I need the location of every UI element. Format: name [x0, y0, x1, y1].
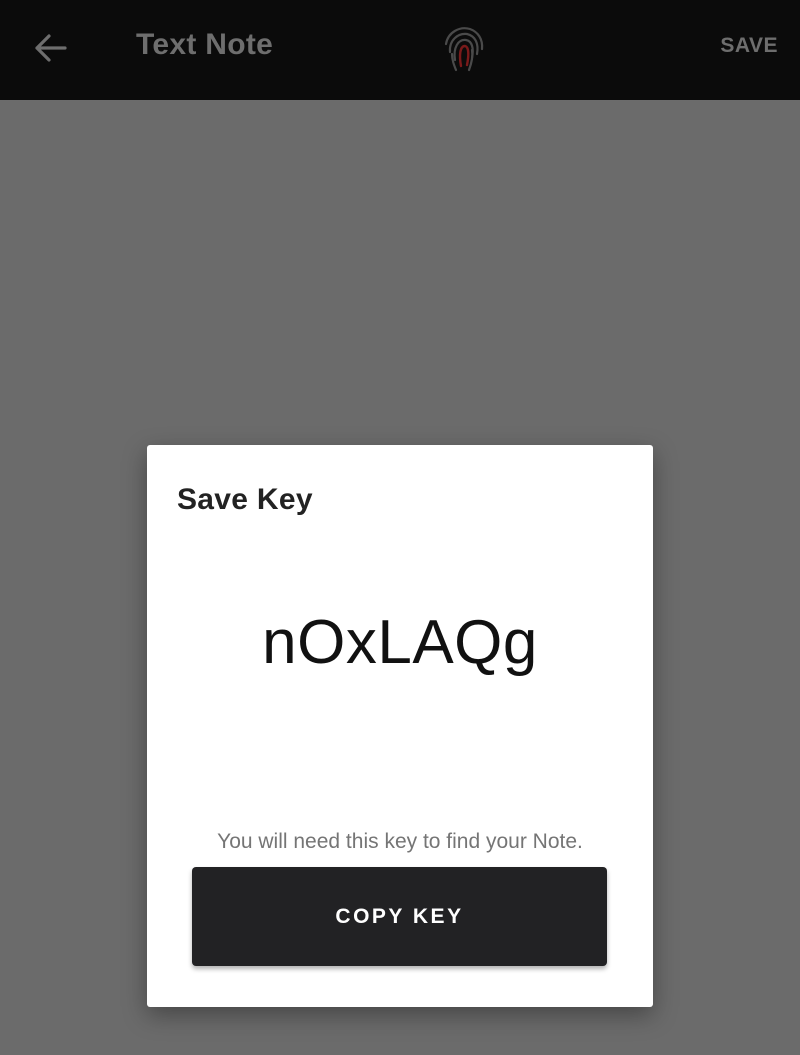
- back-button[interactable]: [22, 22, 78, 74]
- app-bar: Text Note SAVE: [0, 0, 800, 100]
- dialog-title: Save Key: [177, 483, 313, 516]
- arrow-left-icon: [35, 34, 67, 62]
- save-key-dialog: Save Key nOxLAQg You will need this key …: [147, 445, 653, 1007]
- page-title: Text Note: [136, 28, 274, 61]
- copy-key-button[interactable]: COPY KEY: [192, 867, 607, 966]
- dialog-hint: You will need this key to find your Note…: [217, 830, 583, 853]
- save-button[interactable]: SAVE: [720, 34, 778, 58]
- fingerprint-icon: [444, 27, 484, 72]
- key-value: nOxLAQg: [262, 608, 538, 677]
